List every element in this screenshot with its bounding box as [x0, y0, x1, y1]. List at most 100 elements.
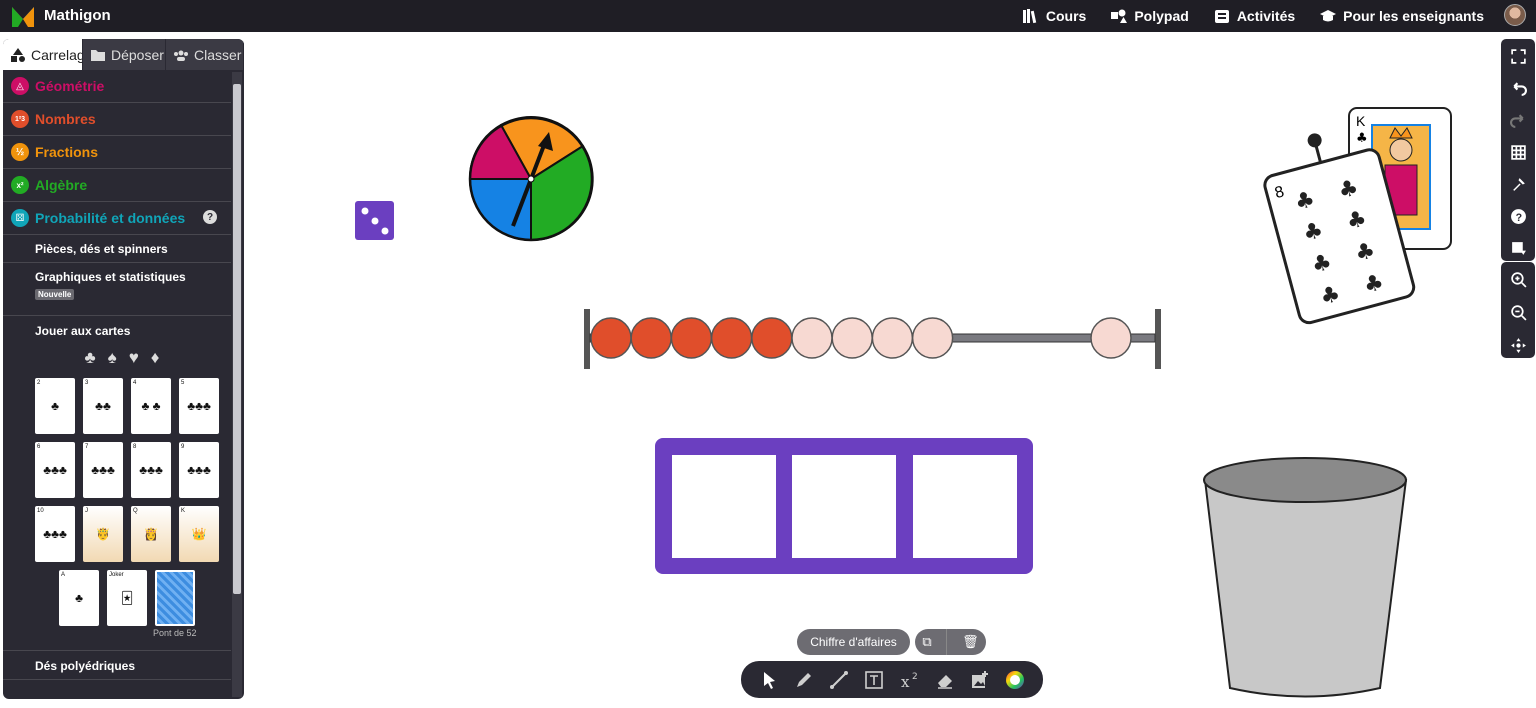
card-king-clubs[interactable]: K 👑 — [179, 506, 219, 562]
color-picker[interactable] — [1003, 668, 1027, 692]
pen-tool[interactable] — [792, 668, 816, 692]
card-ace-clubs[interactable]: A ♣ — [59, 570, 99, 626]
bead-string-tile[interactable] — [584, 309, 1161, 369]
bead-red[interactable] — [751, 317, 793, 359]
category-fractions[interactable]: ½ Fractions — [3, 136, 231, 169]
bead-red[interactable] — [590, 317, 632, 359]
top-bar: Mathigon Cours Polypad Activités Pour le… — [0, 0, 1536, 32]
card-3-clubs[interactable]: 3 ♣♣ — [83, 378, 123, 434]
card-rank: 9 — [181, 444, 185, 450]
card-5-clubs[interactable]: 5 ♣♣♣ — [179, 378, 219, 434]
add-image-tool[interactable] — [968, 668, 992, 692]
help-icon[interactable]: ? — [203, 210, 217, 224]
pan-icon — [1510, 338, 1526, 353]
undo-button[interactable] — [1506, 76, 1530, 100]
card-9-clubs[interactable]: 9 ♣♣♣ — [179, 442, 219, 498]
card-8-clubs[interactable]: 8 ♣♣♣ — [131, 442, 171, 498]
scrollbar-thumb[interactable] — [233, 84, 241, 594]
text-tool[interactable] — [862, 668, 886, 692]
grid-button[interactable] — [1506, 140, 1530, 164]
card-rank: J — [85, 508, 88, 514]
nav-teachers[interactable]: Pour les enseignants — [1319, 7, 1484, 25]
zoom-in-icon — [1510, 272, 1527, 288]
card-rank: 10 — [37, 508, 44, 514]
help-button[interactable]: ? — [1506, 205, 1530, 229]
sidebar-tabs: Carrelages Déposer Classer — [3, 39, 244, 70]
sidebar-scrollbar[interactable] — [232, 72, 242, 697]
zoom-in-button[interactable] — [1506, 267, 1530, 292]
download-button[interactable] — [1506, 237, 1530, 261]
number-boxes-tile[interactable] — [655, 438, 1033, 574]
category-probability-label: Probabilité et données — [35, 210, 186, 226]
select-tool[interactable] — [757, 668, 781, 692]
bead-light[interactable] — [831, 317, 873, 359]
bead-light[interactable] — [911, 317, 954, 359]
bead-light[interactable] — [791, 317, 833, 359]
eraser-tool[interactable] — [933, 668, 957, 692]
brand-name[interactable]: Mathigon — [44, 7, 111, 24]
bead-red[interactable] — [670, 317, 713, 359]
svg-text:♣: ♣ — [1356, 131, 1368, 146]
nav-activities[interactable]: Activités — [1213, 7, 1295, 25]
card-4-clubs[interactable]: 4 ♣ ♣ — [131, 378, 171, 434]
card-rank: 2 — [37, 380, 41, 386]
card-joker[interactable]: Joker 🃏 — [107, 570, 147, 626]
card-2-clubs[interactable]: 2 ♣ — [35, 378, 75, 434]
canvas-toolbar: ? — [1501, 39, 1535, 261]
bead-light[interactable] — [1090, 317, 1132, 359]
bead-red[interactable] — [630, 317, 672, 359]
spade-suit-icon[interactable]: ♠ — [108, 348, 117, 368]
tools-button[interactable] — [1506, 173, 1530, 197]
tab-tiles-label: Carrelages — [31, 46, 82, 63]
fullscreen-button[interactable] — [1506, 44, 1530, 68]
club-suit-icon[interactable]: ♣ — [85, 348, 96, 368]
selection-actions: ⧉ 🗑 — [915, 629, 986, 655]
new-badge: Nouvelle — [35, 289, 75, 300]
undo-icon — [1512, 82, 1527, 96]
subsection-coins-dice[interactable]: Pièces, dés et spinners — [3, 235, 231, 263]
bead-red[interactable] — [710, 317, 753, 359]
download-icon — [1511, 242, 1526, 256]
nav-courses[interactable]: Cours — [1022, 7, 1086, 25]
subsection-dice[interactable]: Dés polyédriques — [3, 650, 231, 680]
nav-polypad[interactable]: Polypad — [1110, 7, 1189, 25]
spinner-tile[interactable] — [468, 116, 594, 242]
rotate-handle[interactable] — [1306, 132, 1323, 149]
bead-light[interactable] — [871, 317, 914, 359]
category-probability[interactable]: ⚄ Probabilité et données ? — [3, 202, 231, 235]
card-jack-clubs[interactable]: J 🤴 — [83, 506, 123, 562]
category-geometry[interactable]: ◬ Géométrie — [3, 70, 231, 103]
diamond-suit-icon[interactable]: ♦ — [151, 348, 160, 368]
tab-classes[interactable]: Classer — [166, 39, 244, 70]
polypad-icon — [1111, 9, 1128, 23]
fullscreen-icon — [1510, 48, 1526, 64]
die-tile[interactable] — [355, 201, 394, 240]
category-numbers[interactable]: 1²3 Nombres — [3, 103, 231, 136]
suit-selector: ♣ ♠ ♥ ♦ — [13, 348, 231, 368]
tab-upload[interactable]: Déposer — [83, 39, 166, 70]
polypad-canvas[interactable]: K ♣ 8 ♣ ♣ ♣ ♣ ♣ ♣ ♣ ♣ — [244, 32, 1536, 708]
equation-tool[interactable]: x2 — [898, 668, 922, 692]
heart-suit-icon[interactable]: ♥ — [129, 348, 139, 368]
fractions-icon: ½ — [11, 143, 29, 161]
tab-tiles[interactable]: Carrelages — [3, 39, 83, 70]
mathigon-logo-icon[interactable] — [12, 5, 34, 27]
pan-button[interactable] — [1506, 333, 1530, 358]
subsection-graphs[interactable]: Graphiques et statistiques Nouvelle — [3, 263, 231, 316]
redo-button[interactable] — [1506, 108, 1530, 132]
zoom-out-button[interactable] — [1506, 300, 1530, 325]
color-wheel-icon — [1006, 670, 1025, 689]
category-algebra[interactable]: x² Algèbre — [3, 169, 231, 202]
card-queen-clubs[interactable]: Q 👸 — [131, 506, 171, 562]
card-6-clubs[interactable]: 6 ♣♣♣ — [35, 442, 75, 498]
card-10-clubs[interactable]: 10 ♣♣♣ — [35, 506, 75, 562]
line-tool[interactable] — [827, 668, 851, 692]
user-avatar[interactable] — [1504, 4, 1526, 26]
trash-bin-tile[interactable] — [1203, 457, 1408, 698]
card-deck[interactable] — [155, 570, 195, 626]
delete-icon[interactable]: 🗑 — [962, 634, 979, 650]
duplicate-icon[interactable]: ⧉ — [922, 634, 931, 650]
card-7-clubs[interactable]: 7 ♣♣♣ — [83, 442, 123, 498]
chart-label-button[interactable]: Chiffre d'affaires — [797, 629, 910, 655]
subsection-cards[interactable]: Jouer aux cartes — [3, 316, 231, 338]
